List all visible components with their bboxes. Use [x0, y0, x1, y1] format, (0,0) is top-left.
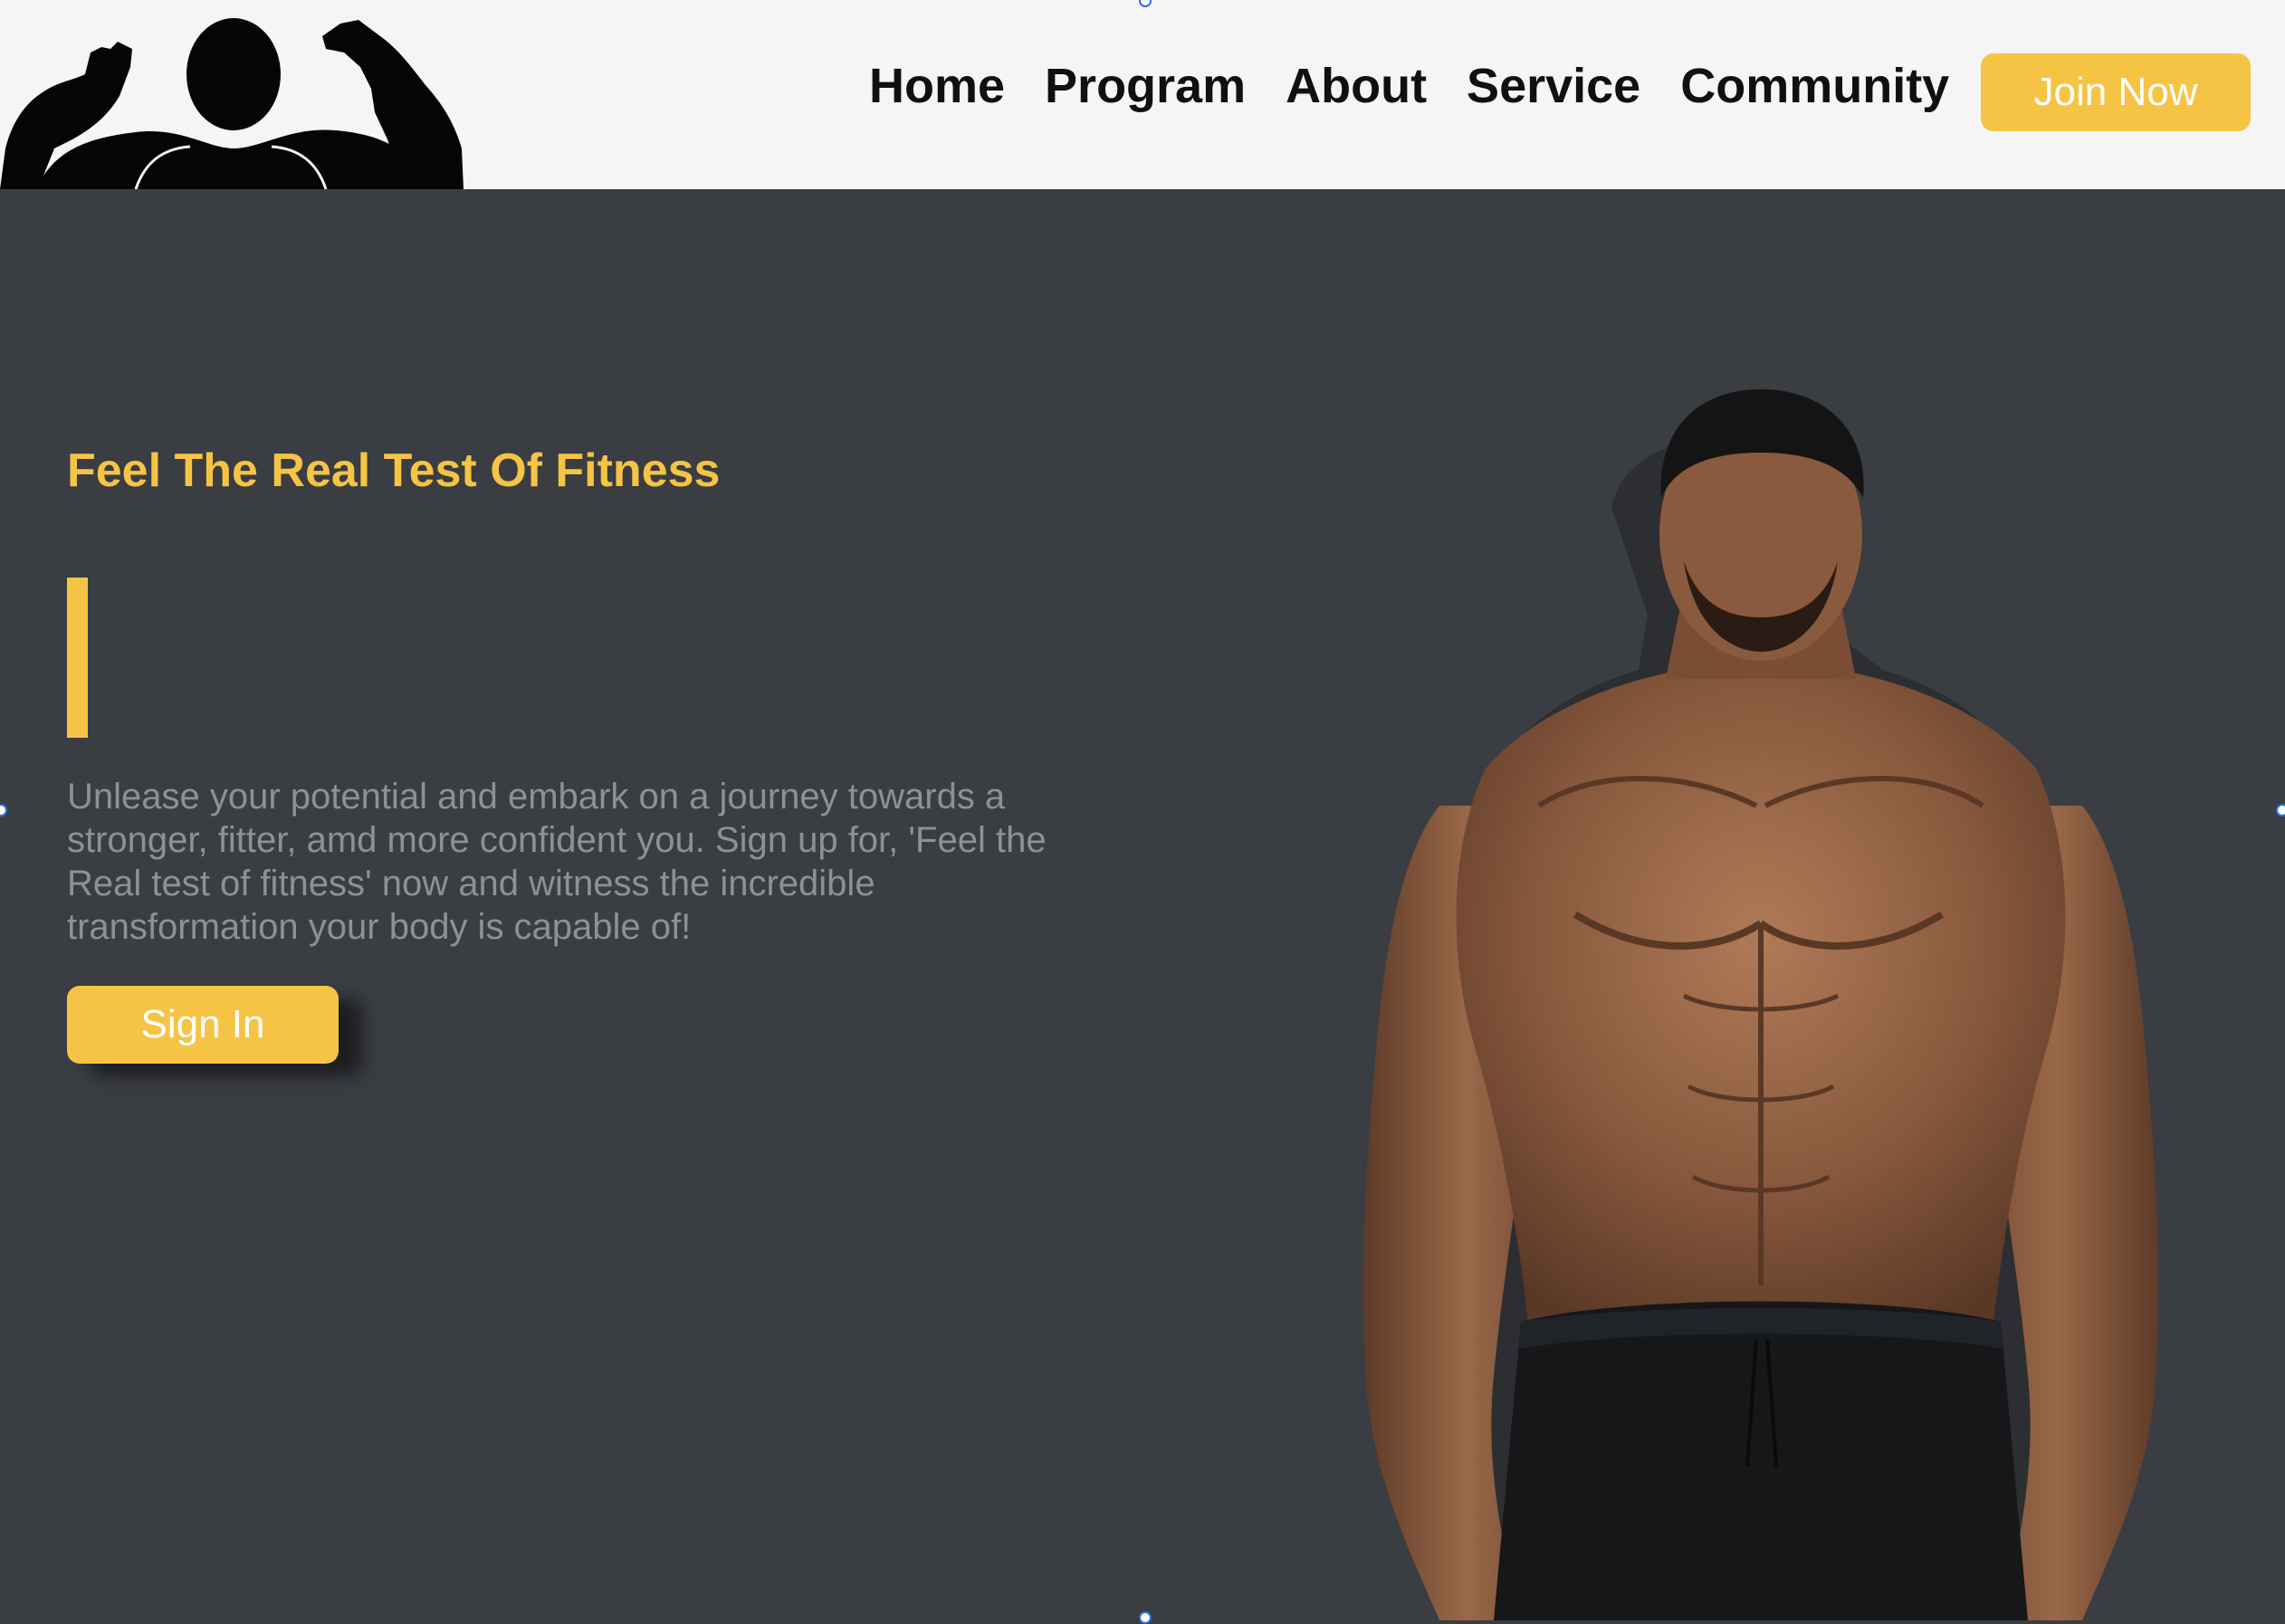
nav-home-link[interactable]: Home — [869, 58, 1005, 114]
nav-community-link[interactable]: Community — [1680, 58, 1949, 114]
selection-handle-left[interactable] — [0, 804, 7, 817]
site-header: Home Program About Service Community Joi… — [0, 0, 2285, 189]
selection-handle-right[interactable] — [2276, 804, 2285, 817]
nav-program-link[interactable]: Program — [1045, 58, 1246, 114]
join-now-button[interactable]: Join Now — [1981, 53, 2251, 131]
bodybuilder-image — [1304, 380, 2218, 1620]
selection-handle-bottom[interactable] — [1139, 1611, 1152, 1624]
main-nav: Home Program About Service Community — [869, 45, 1949, 127]
nav-service-link[interactable]: Service — [1467, 58, 1640, 114]
nav-about-link[interactable]: About — [1286, 58, 1427, 114]
hero-title: Feel The Real Test Of Fitness — [67, 444, 721, 497]
logo-icon[interactable] — [0, 13, 464, 189]
sign-in-button[interactable]: Sign In — [67, 986, 339, 1064]
accent-bar — [67, 578, 88, 738]
hero-description: Unlease your potential and embark on a j… — [67, 777, 1047, 947]
